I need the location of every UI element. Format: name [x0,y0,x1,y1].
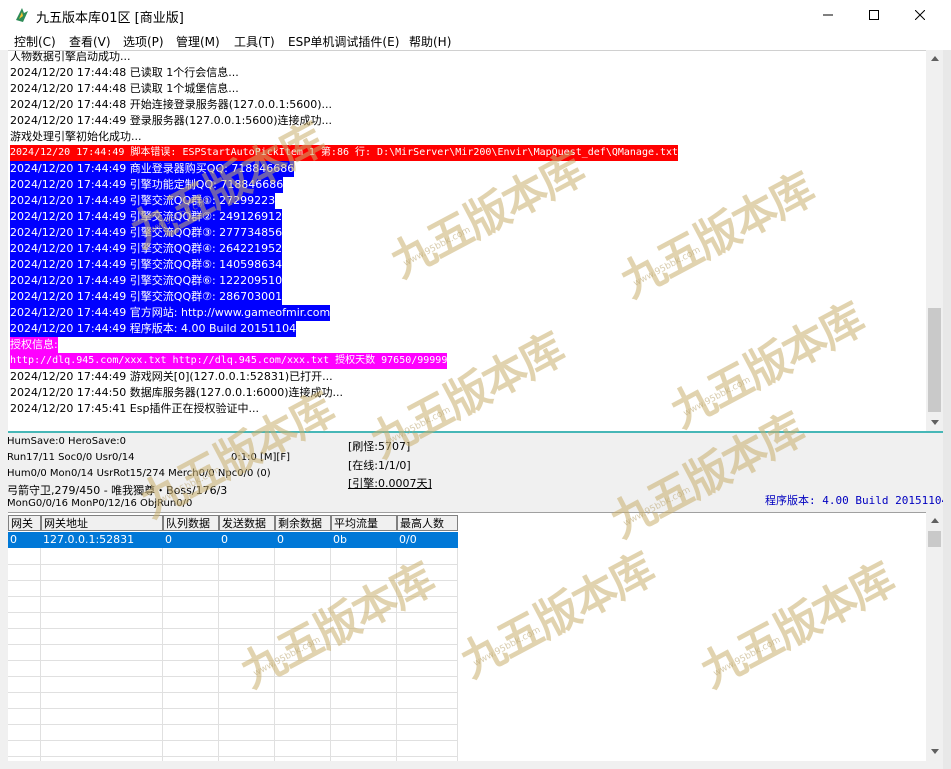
menu-help[interactable]: 帮助(H) [409,33,451,50]
menu-tools[interactable]: 工具(T) [234,33,275,50]
log-line: 2024/12/20 17:44:48 已读取 1个城堡信息... [10,82,239,95]
grid-line [8,692,458,693]
grid-line [8,580,458,581]
table-scroll-up[interactable] [926,512,943,529]
log-scroll-up[interactable] [926,50,943,67]
column-header[interactable]: 平均流量 [331,515,397,531]
menu-control[interactable]: 控制(C) [14,33,56,50]
close-icon [915,10,925,20]
log-line: 2024/12/20 17:44:49 引擎交流QQ群⑦: 286703001 [10,289,283,305]
cell-gateway: 0 [10,533,17,546]
grid-line [8,708,458,709]
table-scroll-thumb[interactable] [928,531,941,547]
grid-line [8,756,458,757]
log-line: 2024/12/20 17:44:49 游戏网关[0](127.0.0.1:52… [10,370,333,383]
log-line: 2024/12/20 17:44:49 商业登录器购买QQ: 718846686 [10,161,295,177]
log-line: http://dlq.945.com/xxx.txt http://dlq.94… [10,353,448,369]
log-line: 2024/12/20 17:45:41 Esp插件正在授权验证中... [10,402,259,415]
maximize-button[interactable] [851,0,897,30]
cell-max-users: 0/0 [399,533,417,546]
cell-address: 127.0.0.1:52831 [43,533,135,546]
scroll-down-icon [930,749,939,754]
gateway-table[interactable]: 网关 网关地址 队列数据 发送数据 剩余数据 平均流量 最高人数 0 127.0… [8,512,926,761]
grid-line [8,628,458,629]
grid-line [8,596,458,597]
menu-options[interactable]: 选项(P) [123,33,164,50]
status-run: Run17/11 Soc0/0 Usr0/14 [7,452,135,463]
table-scroll-down[interactable] [926,743,943,760]
title-bar[interactable]: 九五版本库01区 [商业版] [0,0,951,30]
status-save: HumSave:0 HeroSave:0 [7,436,127,447]
maximize-icon [869,10,879,20]
grid-line [8,612,458,613]
log-line: 人物数据引擎启动成功... [10,50,131,63]
status-boss: 弓箭守卫,279/450 - 唯我獨尊・Boss/176/3 [7,484,228,497]
version-label: 程序版本: 4.00 Build 20151104 [765,494,949,507]
log-line: 2024/12/20 17:44:49 引擎交流QQ群②: 249126912 [10,209,283,225]
column-header[interactable]: 最高人数 [397,515,458,531]
grid-line [8,564,458,565]
log-line: 2024/12/20 17:44:49 引擎交流QQ群⑤: 140598634 [10,257,283,273]
status-panel: HumSave:0 HeroSave:0 Run17/11 Soc0/0 Usr… [0,433,948,511]
column-header[interactable]: 发送数据 [219,515,275,531]
menu-manage[interactable]: 管理(M) [176,33,220,50]
log-line: 2024/12/20 17:44:49 引擎交流QQ群③: 277734856 [10,225,283,241]
cell-queue: 0 [165,533,172,546]
grid-line [8,676,458,677]
status-online: [在线:1/1/0] [348,459,411,472]
log-line: 2024/12/20 17:44:50 数据库服务器(127.0.0.1:600… [10,386,344,399]
table-row[interactable]: 0 127.0.0.1:52831 0 0 0 0b 0/0 [8,532,458,548]
log-line: 2024/12/20 17:44:48 开始连接登录服务器(127.0.0.1:… [10,98,333,111]
table-scrollbar[interactable] [926,512,943,760]
log-line: 2024/12/20 17:44:49 程序版本: 4.00 Build 201… [10,321,297,337]
column-header[interactable]: 剩余数据 [275,515,331,531]
table-header: 网关 网关地址 队列数据 发送数据 剩余数据 平均流量 最高人数 [8,515,458,531]
status-timer: 0:1:0 [M][F] [231,452,290,463]
minimize-icon [823,14,833,16]
log-line: 2024/12/20 17:44:49 引擎交流QQ群⑥: 122209510 [10,273,283,289]
scroll-up-icon [930,56,939,61]
main-window: 九五版本库01区 [商业版] 控制(C) 查看(V) 选项(P) 管理(M) 工… [0,0,951,769]
log-line: 2024/12/20 17:44:49 引擎交流QQ群①: 27299223 [10,193,276,209]
status-refresh: [刷怪:5707] [348,440,411,453]
log-line: 2024/12/20 17:44:49 脚本错误: ESPStartAutoPi… [10,145,679,161]
menu-view[interactable]: 查看(V) [69,33,111,50]
window-edge [943,50,951,769]
column-header[interactable]: 网关 [8,515,41,531]
minimize-button[interactable] [805,0,851,30]
log-panel[interactable]: 人物数据引擎启动成功... 2024/12/20 17:44:48 已读取 1个行… [8,50,926,432]
cell-avg-traffic: 0b [333,533,347,546]
scroll-up-icon [930,518,939,523]
grid-line [8,660,458,661]
close-button[interactable] [897,0,943,30]
log-line: 游戏处理引擎初始化成功... [10,130,142,143]
log-scrollbar[interactable] [926,50,943,431]
scroll-down-icon [930,420,939,425]
log-line: 2024/12/20 17:44:49 引擎交流QQ群④: 264221952 [10,241,283,257]
grid-line [8,644,458,645]
cell-remaining: 0 [277,533,284,546]
window-title: 九五版本库01区 [商业版] [36,11,184,26]
log-scroll-down[interactable] [926,414,943,431]
grid-line [8,724,458,725]
menu-esp-plugin[interactable]: ESP单机调试插件(E) [288,33,399,50]
app-icon [16,8,28,22]
status-engine: [引擎:0.0007天] [348,477,432,490]
column-header[interactable]: 队列数据 [163,515,219,531]
menu-bar: 控制(C) 查看(V) 选项(P) 管理(M) 工具(T) ESP单机调试插件(… [0,30,951,50]
column-header[interactable]: 网关地址 [41,515,163,531]
grid-line [8,740,458,741]
status-monsters: MonG0/0/16 MonP0/12/16 ObjRun0/0 [7,498,193,509]
cell-sent: 0 [221,533,228,546]
log-line: 2024/12/20 17:44:49 引擎功能定制QQ: 718846686 [10,177,284,193]
log-line: 授权信息: [10,337,58,353]
log-line: 2024/12/20 17:44:48 已读取 1个行会信息... [10,66,239,79]
log-scroll-thumb[interactable] [928,308,941,412]
log-line: 2024/12/20 17:44:49 登录服务器(127.0.0.1:5600… [10,114,333,127]
status-counts: Hum0/0 Mon0/14 UsrRot15/274 Merch0/0 Npc… [7,468,271,479]
log-line: 2024/12/20 17:44:49 官方网站: http://www.gam… [10,305,331,321]
